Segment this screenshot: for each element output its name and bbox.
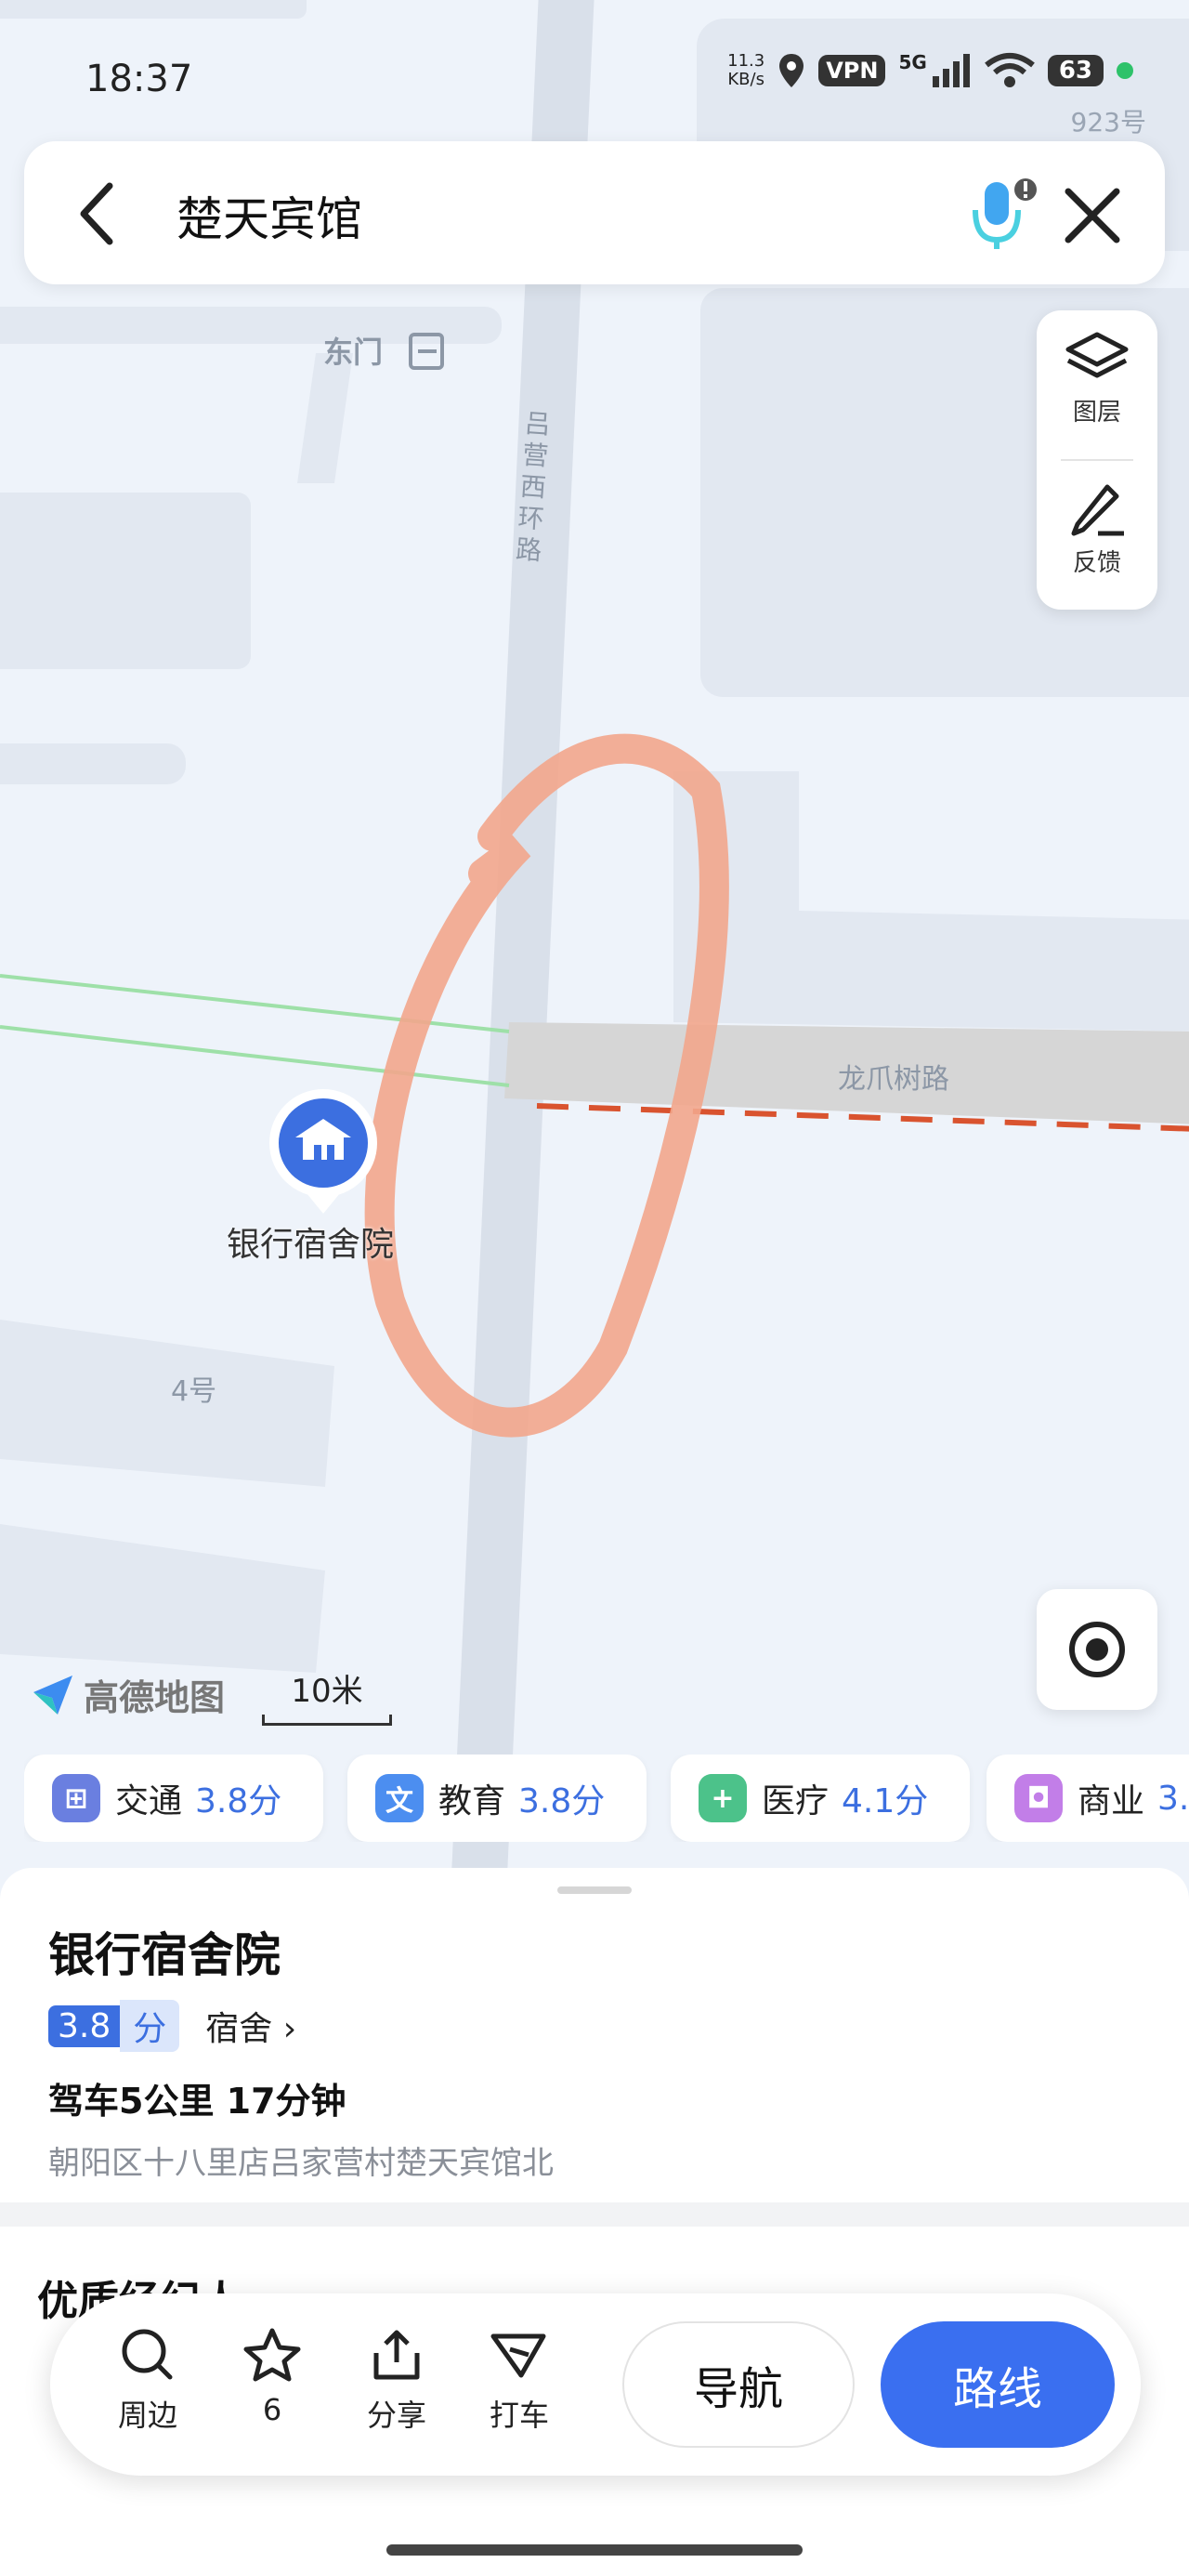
place-rating: 3.8 分 宿舍 › xyxy=(48,2000,296,2052)
place-title: 银行宿舍院 xyxy=(48,1928,281,1982)
chip-medical[interactable]: + 医疗 4.1分 xyxy=(671,1755,970,1842)
route-button[interactable]: 路线 xyxy=(881,2321,1115,2448)
net-speed: 11.3 KB/s xyxy=(727,51,765,89)
locate-icon xyxy=(1069,1622,1125,1677)
panel-divider xyxy=(1061,459,1133,461)
chevron-left-icon[interactable] xyxy=(65,177,130,251)
signal-type: 5G xyxy=(898,51,927,73)
layers-label: 图层 xyxy=(1072,399,1121,427)
taxi-icon xyxy=(490,2333,546,2378)
microphone-icon[interactable] xyxy=(968,173,1042,253)
edit-icon xyxy=(1071,484,1124,536)
favorite-button[interactable]: 6 xyxy=(221,2327,323,2427)
feedback-label: 反馈 xyxy=(1072,549,1121,577)
chevron-right-icon: › xyxy=(272,2010,297,2048)
building-number: 4号 xyxy=(171,1375,217,1408)
taxi-button[interactable]: 打车 xyxy=(468,2327,570,2435)
medical-icon: + xyxy=(699,1774,747,1822)
education-icon: 文 xyxy=(375,1774,424,1822)
home-indicator[interactable] xyxy=(386,2544,803,2556)
search-icon xyxy=(122,2329,173,2380)
scale-label: 10米 xyxy=(291,1673,363,1710)
poi-label[interactable]: 银行宿舍院 xyxy=(227,1217,394,1266)
location-icon xyxy=(779,54,804,87)
wifi-icon xyxy=(984,53,1035,87)
map-tools-panel: 图层 反馈 xyxy=(1037,310,1157,610)
score-chips: ⊞ 交通 3.8分 文 教育 3.8分 + 医疗 4.1分 ◘ 商业 3. xyxy=(24,1755,1189,1842)
vpn-badge: VPN xyxy=(818,55,886,86)
rating-unit: 分 xyxy=(120,2000,180,2052)
door-number-label: 923号 xyxy=(1070,107,1146,138)
place-category[interactable]: 宿舍 › xyxy=(205,2002,296,2050)
road-label-horizontal: 龙爪树路 xyxy=(838,1063,949,1096)
shopping-bag-icon: ◘ xyxy=(1014,1774,1063,1822)
drag-handle[interactable] xyxy=(557,1886,632,1894)
search-bar[interactable]: 楚天宾馆 xyxy=(24,141,1165,284)
active-dot xyxy=(1117,62,1133,79)
map-building xyxy=(0,0,307,19)
section-divider xyxy=(0,2202,1189,2227)
map-building xyxy=(0,1320,334,1487)
rating-score: 3.8 xyxy=(48,2004,121,2047)
amap-logo: 高德地图 xyxy=(32,1669,225,1720)
east-gate-label: 东门 xyxy=(323,335,384,370)
green-line xyxy=(0,1025,510,1087)
navigate-button[interactable]: 导航 xyxy=(622,2321,855,2448)
map-scale: 10米 xyxy=(262,1665,392,1726)
chip-commerce[interactable]: ◘ 商业 3. xyxy=(986,1755,1189,1842)
status-bar: 18:37 11.3 KB/s VPN 5G 63 xyxy=(0,51,1189,108)
share-button[interactable]: 分享 xyxy=(346,2327,448,2435)
locate-button[interactable] xyxy=(1037,1589,1157,1710)
chip-transport[interactable]: ⊞ 交通 3.8分 xyxy=(24,1755,323,1842)
search-query[interactable]: 楚天宾馆 xyxy=(176,182,362,249)
feedback-button[interactable]: 反馈 xyxy=(1037,480,1157,578)
layers-button[interactable]: 图层 xyxy=(1037,331,1157,427)
layers-icon xyxy=(1065,332,1129,378)
star-icon xyxy=(243,2328,301,2382)
map-building xyxy=(0,307,502,344)
signal-icon xyxy=(932,54,970,87)
bottom-action-bar: 周边 6 分享 打车 导航 路线 xyxy=(50,2293,1141,2476)
share-icon xyxy=(373,2330,420,2380)
close-icon[interactable] xyxy=(1055,178,1130,253)
drive-info: 驾车5公里 17分钟 xyxy=(48,2081,346,2122)
map-building xyxy=(0,1524,325,1673)
chip-education[interactable]: 文 教育 3.8分 xyxy=(347,1755,647,1842)
amap-logo-icon xyxy=(33,1675,72,1715)
scale-bar xyxy=(262,1715,392,1726)
place-address: 朝阳区十八里店吕家营村楚天宾馆北 xyxy=(48,2145,554,2182)
nearby-button[interactable]: 周边 xyxy=(97,2327,199,2435)
map-building xyxy=(297,353,353,483)
map-building xyxy=(673,771,1189,1032)
battery-indicator: 63 xyxy=(1047,55,1104,86)
logo-text: 高德地图 xyxy=(84,1677,226,1718)
map-building xyxy=(0,743,186,784)
map-building xyxy=(0,493,251,669)
status-time: 18:37 xyxy=(85,58,193,100)
train-icon: ⊞ xyxy=(52,1774,100,1822)
